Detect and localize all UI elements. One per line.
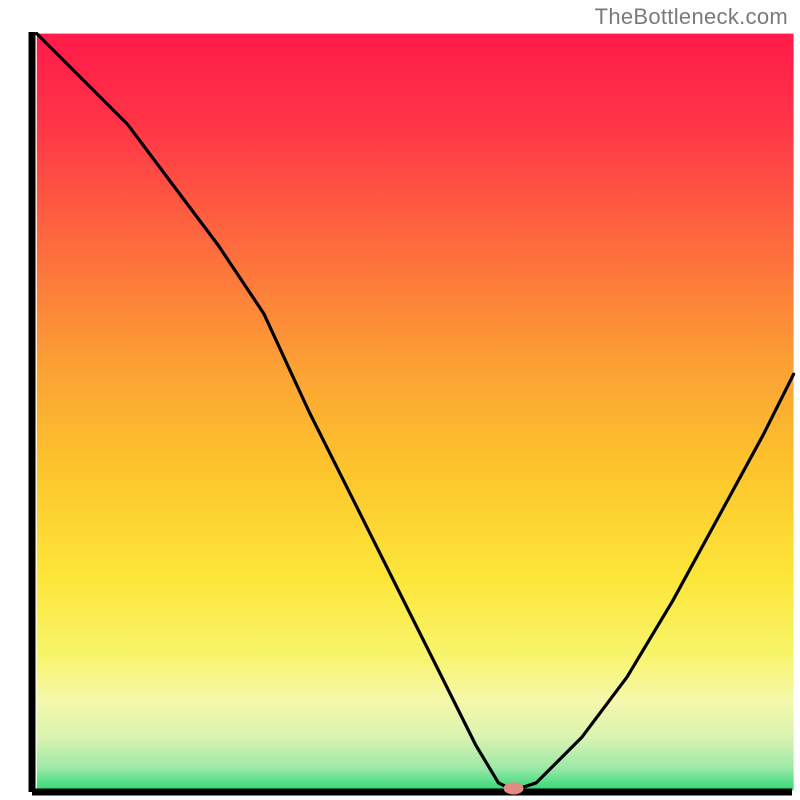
- watermark-text: TheBottleneck.com: [595, 4, 788, 30]
- optimum-marker: [504, 782, 524, 794]
- chart-container: TheBottleneck.com: [0, 0, 800, 800]
- bottleneck-chart: [0, 0, 800, 800]
- plot-background: [37, 34, 794, 791]
